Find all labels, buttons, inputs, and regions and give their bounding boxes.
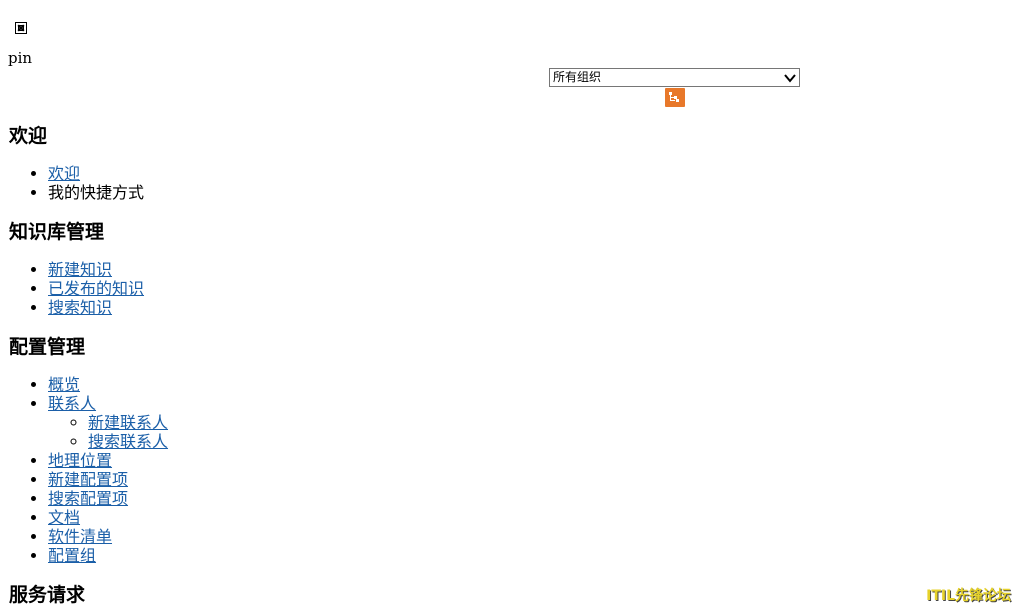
menu-link-search-ci[interactable]: 搜索配置项 — [48, 489, 128, 508]
contacts-submenu: 新建联系人 搜索联系人 — [48, 413, 609, 451]
menu-item-new-contact[interactable]: 新建联系人 — [88, 413, 609, 432]
menu-link-new-ci[interactable]: 新建配置项 — [48, 470, 128, 489]
menu-link-overview[interactable]: 概览 — [48, 375, 80, 394]
menu-link-software-list[interactable]: 软件清单 — [48, 527, 112, 546]
menu-item-new-knowledge[interactable]: 新建知识 — [48, 260, 609, 279]
menu-link-config-groups[interactable]: 配置组 — [48, 546, 96, 565]
menu-link-documents[interactable]: 文档 — [48, 508, 80, 527]
menu-link-published-knowledge[interactable]: 已发布的知识 — [48, 279, 144, 298]
menu-link-search-contact[interactable]: 搜索联系人 — [88, 432, 168, 451]
configuration-list: 概览 联系人 新建联系人 搜索联系人 地理位置 新建配置项 搜索配置项 文档 软… — [9, 375, 609, 565]
menu-link-search-knowledge[interactable]: 搜索知识 — [48, 298, 112, 317]
menu-item-config-groups[interactable]: 配置组 — [48, 546, 609, 565]
section-title-configuration: 配置管理 — [9, 336, 86, 358]
menu-item-published-knowledge[interactable]: 已发布的知识 — [48, 279, 609, 298]
menu-item-documents[interactable]: 文档 — [48, 508, 609, 527]
menu-item-my-shortcuts: 我的快捷方式 — [48, 183, 609, 202]
knowledge-base-list: 新建知识 已发布的知识 搜索知识 — [9, 260, 609, 317]
menu-item-search-contact[interactable]: 搜索联系人 — [88, 432, 609, 451]
menu-link-new-knowledge[interactable]: 新建知识 — [48, 260, 112, 279]
watermark-logo: ITIL先锋论坛 — [926, 588, 1011, 604]
section-title-knowledge-base: 知识库管理 — [9, 221, 105, 243]
menu-item-overview[interactable]: 概览 — [48, 375, 609, 394]
menu-item-contacts[interactable]: 联系人 — [48, 394, 609, 413]
menu-link-locations[interactable]: 地理位置 — [48, 451, 112, 470]
navigation-menu: 欢迎 欢迎 我的快捷方式 知识库管理 新建知识 已发布的知识 搜索知识 配置管理… — [9, 122, 609, 609]
menu-item-search-ci[interactable]: 搜索配置项 — [48, 489, 609, 508]
section-title-service-request: 服务请求 — [9, 584, 86, 606]
menu-link-contacts[interactable]: 联系人 — [48, 394, 96, 413]
organization-select-value: 所有组织 — [553, 70, 602, 84]
pin-label: pin — [8, 49, 33, 67]
contacts-submenu-wrapper: 新建联系人 搜索联系人 — [48, 413, 609, 451]
menu-item-search-knowledge[interactable]: 搜索知识 — [48, 298, 609, 317]
menu-item-welcome[interactable]: 欢迎 — [48, 164, 609, 183]
menu-item-software-list[interactable]: 软件清单 — [48, 527, 609, 546]
section-title-welcome: 欢迎 — [9, 125, 48, 147]
org-tree-icon[interactable] — [665, 88, 685, 107]
organization-select[interactable]: 所有组织 — [549, 68, 800, 87]
menu-item-locations[interactable]: 地理位置 — [48, 451, 609, 470]
welcome-list: 欢迎 我的快捷方式 — [9, 164, 609, 202]
menu-item-new-ci[interactable]: 新建配置项 — [48, 470, 609, 489]
chevron-down-icon — [784, 74, 796, 83]
menu-link-new-contact[interactable]: 新建联系人 — [88, 413, 168, 432]
close-icon[interactable] — [15, 22, 27, 34]
menu-link-welcome[interactable]: 欢迎 — [48, 164, 80, 183]
